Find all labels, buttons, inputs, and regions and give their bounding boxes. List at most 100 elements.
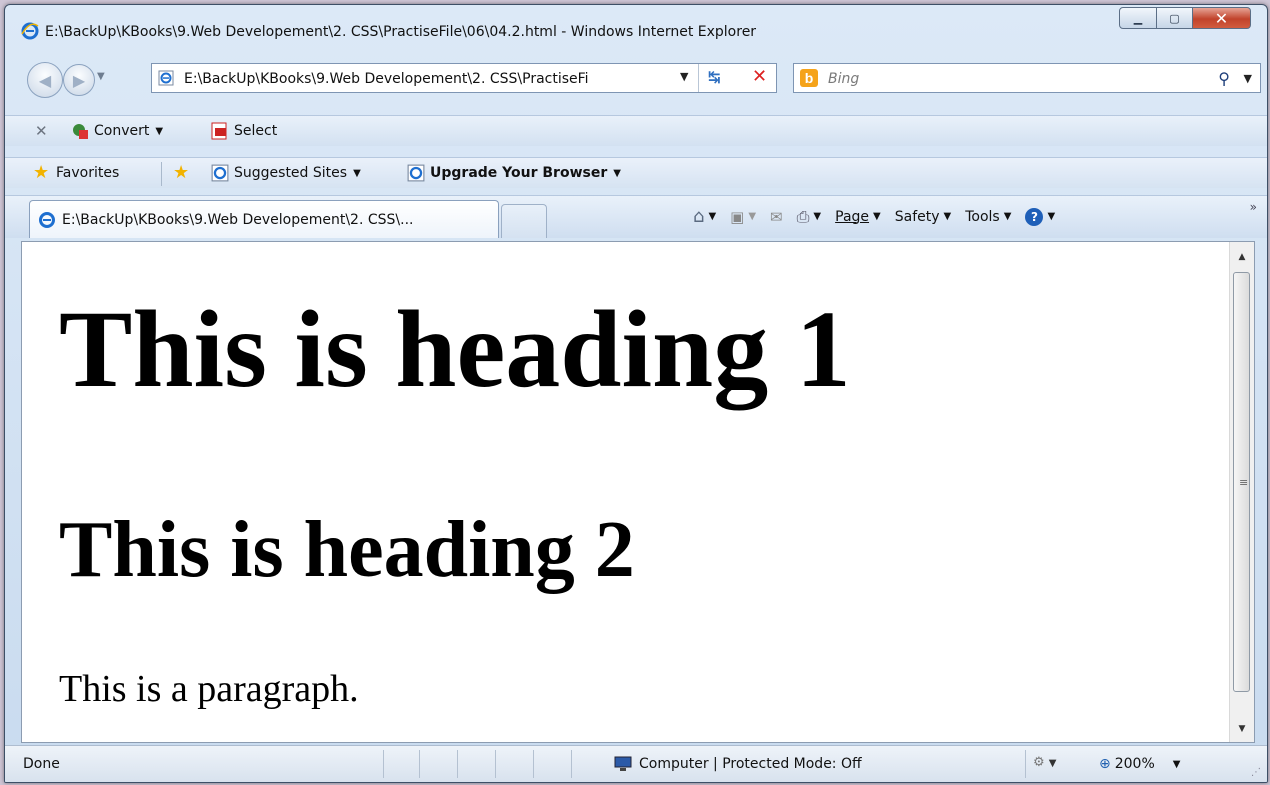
- page-menu[interactable]: Page ▼: [835, 209, 881, 225]
- select-pdf-icon: [211, 122, 227, 140]
- recent-pages-dropdown[interactable]: ▼: [97, 71, 105, 82]
- ie-logo-icon: [39, 212, 55, 228]
- add-favorites-icon: ★: [173, 162, 190, 183]
- computer-icon: [614, 756, 632, 771]
- vertical-scrollbar[interactable]: ▲ ≡ ▼: [1229, 242, 1254, 742]
- ie-logo-icon: [21, 22, 39, 40]
- minimize-icon: ▁: [1133, 11, 1143, 25]
- scroll-down-icon[interactable]: ▼: [1230, 718, 1254, 740]
- select-label: Select: [234, 123, 278, 139]
- search-box[interactable]: b Bing ⚲ ▼: [793, 63, 1261, 93]
- forward-button[interactable]: ▶: [63, 64, 95, 96]
- page-icon: [158, 70, 174, 86]
- ie-page-icon: [211, 164, 229, 182]
- chevron-down-icon: ▼: [353, 167, 361, 179]
- favorites-bar: ★ Favorites ★ Suggested Sites ▼ Upgrade …: [5, 157, 1267, 188]
- zoom-control[interactable]: ⊕ 200% ▼: [1099, 756, 1180, 772]
- chevron-down-icon: ▼: [943, 211, 952, 222]
- new-tab-button[interactable]: [501, 204, 547, 238]
- safety-menu[interactable]: Safety ▼: [895, 209, 952, 225]
- heading-2: This is heading 2: [59, 506, 635, 594]
- chevron-down-icon: ▼: [873, 211, 881, 222]
- command-bar: ⌂ ▼ ▣ ▼ ✉ ⎙ ▼ Page ▼ Safety ▼ Tools ▼ ? …: [693, 206, 1069, 227]
- address-dropdown-icon[interactable]: ▼: [680, 70, 688, 83]
- tab-current[interactable]: E:\BackUp\KBooks\9.Web Developement\2. C…: [29, 200, 499, 238]
- chevron-down-icon: ▼: [1048, 758, 1057, 769]
- safety-menu-label: Safety: [894, 208, 940, 225]
- bing-logo-icon: b: [800, 69, 818, 87]
- printer-icon: ⎙: [796, 206, 810, 226]
- minimize-button[interactable]: ▁: [1119, 7, 1157, 29]
- home-icon: ⌂: [693, 206, 705, 227]
- add-to-favorites-button[interactable]: ★: [173, 164, 196, 182]
- tools-menu-label: Tools: [965, 208, 1000, 225]
- close-button[interactable]: ✕: [1193, 7, 1251, 29]
- chevron-down-icon: ▼: [1047, 211, 1056, 222]
- tab-row: E:\BackUp\KBooks\9.Web Developement\2. C…: [5, 195, 1267, 238]
- home-button[interactable]: ⌂ ▼: [693, 206, 716, 227]
- window-title: E:\BackUp\KBooks\9.Web Developement\2. C…: [45, 24, 757, 40]
- add-ons-button[interactable]: ⚙ ▼: [1033, 755, 1057, 770]
- window-controls: ▁ ▢ ✕: [1119, 7, 1251, 29]
- search-icon[interactable]: ⚲: [1218, 69, 1230, 88]
- suggested-sites-label: Suggested Sites: [234, 165, 348, 181]
- maximize-icon: ▢: [1169, 11, 1180, 25]
- help-icon: ?: [1025, 207, 1044, 226]
- suggested-sites-button[interactable]: Suggested Sites ▼: [211, 164, 361, 182]
- scroll-up-icon[interactable]: ▲: [1230, 246, 1254, 268]
- read-mail-button[interactable]: ✉: [770, 208, 783, 226]
- status-bar: Done Computer | Protected Mode: Off ⚙ ▼ …: [5, 745, 1267, 782]
- toolbar-close-icon[interactable]: ✕: [35, 122, 48, 140]
- forward-arrow-icon: ▶: [72, 70, 86, 90]
- navigation-bar: ◀ ▶ ▼ E:\BackUp\KBooks\9.Web Developemen…: [5, 59, 1267, 98]
- resize-grip-icon[interactable]: ⋰: [1251, 767, 1261, 778]
- upgrade-browser-button[interactable]: Upgrade Your Browser ▼: [407, 164, 621, 182]
- grip-icon: ≡: [1239, 476, 1249, 489]
- toolbar-overflow-icon[interactable]: »: [1250, 200, 1257, 214]
- maximize-button[interactable]: ▢: [1157, 7, 1193, 29]
- feeds-button[interactable]: ▣ ▼: [730, 208, 756, 226]
- favorites-button[interactable]: ★ Favorites: [33, 164, 119, 182]
- rss-feed-icon: ▣: [730, 207, 745, 226]
- chevron-down-icon: ▼: [708, 211, 717, 222]
- tab-label: E:\BackUp\KBooks\9.Web Developement\2. C…: [62, 212, 414, 228]
- back-button[interactable]: ◀: [27, 62, 63, 98]
- zoom-level: 200%: [1114, 756, 1155, 772]
- zoom-icon: ⊕: [1099, 756, 1111, 772]
- page-menu-label: Page: [835, 208, 870, 225]
- chevron-down-icon: ▼: [1003, 211, 1012, 222]
- security-zone-label: Computer | Protected Mode: Off: [639, 756, 862, 772]
- convert-button[interactable]: Convert ▼: [71, 122, 163, 140]
- status-text: Done: [23, 756, 60, 772]
- ie-page-icon: [407, 164, 425, 182]
- browser-window: E:\BackUp\KBooks\9.Web Developement\2. C…: [4, 4, 1268, 783]
- scrollbar-thumb[interactable]: ≡: [1233, 272, 1250, 692]
- print-button[interactable]: ⎙ ▼: [797, 207, 822, 227]
- chevron-down-icon: ▼: [1172, 758, 1181, 770]
- tools-menu[interactable]: Tools ▼: [965, 209, 1011, 225]
- help-button[interactable]: ? ▼: [1025, 207, 1056, 226]
- chevron-down-icon: ▼: [813, 211, 822, 222]
- web-content-area: This is heading 1 This is heading 2 This…: [21, 241, 1255, 743]
- select-button[interactable]: Select: [211, 122, 277, 140]
- paragraph: This is a paragraph.: [59, 668, 359, 710]
- search-input[interactable]: Bing: [828, 71, 859, 87]
- title-bar[interactable]: E:\BackUp\KBooks\9.Web Developement\2. C…: [5, 5, 1267, 49]
- mail-icon: ✉: [770, 207, 783, 226]
- favorites-label: Favorites: [56, 165, 120, 181]
- convert-icon: [73, 124, 88, 139]
- add-ons-icon: ⚙: [1033, 755, 1045, 770]
- search-options-dropdown[interactable]: ▼: [1244, 72, 1252, 85]
- address-bar[interactable]: E:\BackUp\KBooks\9.Web Developement\2. C…: [151, 63, 777, 93]
- page-body: This is heading 1 This is heading 2 This…: [22, 242, 1228, 742]
- stop-icon[interactable]: ✕: [752, 66, 767, 87]
- chevron-down-icon: ▼: [748, 211, 757, 222]
- address-input[interactable]: E:\BackUp\KBooks\9.Web Developement\2. C…: [184, 71, 684, 87]
- back-arrow-icon: ◀: [38, 70, 52, 90]
- security-zone[interactable]: Computer | Protected Mode: Off: [613, 756, 862, 772]
- refresh-icon[interactable]: ↹: [708, 68, 721, 86]
- convert-dropdown-icon[interactable]: ▼: [155, 126, 163, 137]
- convert-label: Convert: [94, 123, 150, 139]
- chevron-down-icon: ▼: [613, 167, 621, 179]
- upgrade-browser-label: Upgrade Your Browser: [430, 165, 608, 181]
